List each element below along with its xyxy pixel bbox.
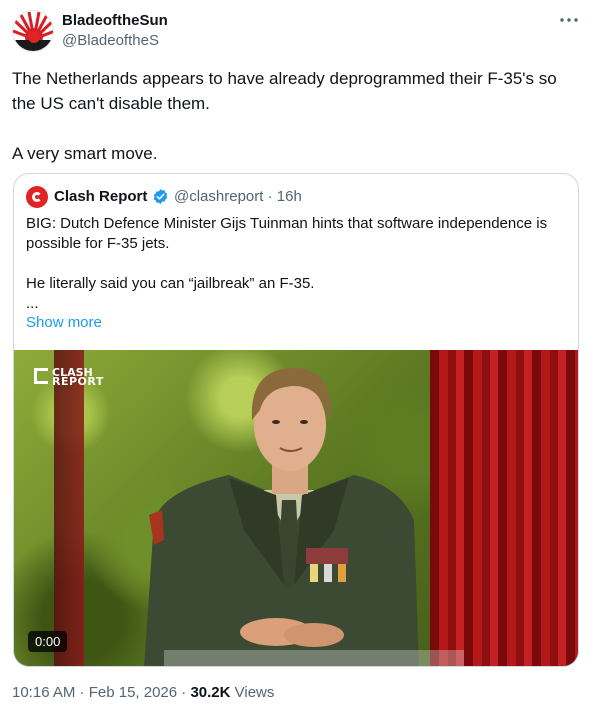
clash-report-avatar[interactable] (26, 186, 48, 208)
clash-report-logo-icon (34, 368, 48, 384)
quoted-post-header: Clash Report @clashreport · 16h (26, 186, 566, 208)
views-label: Views (230, 684, 275, 701)
quoted-post[interactable]: Clash Report @clashreport · 16h BIG: Dut… (13, 173, 579, 667)
watermark-line2: REPORT (52, 375, 104, 388)
more-icon[interactable] (558, 12, 580, 30)
rising-sun-avatar-icon (13, 11, 53, 51)
more-dots-icon (560, 18, 578, 22)
avatar[interactable] (12, 10, 54, 52)
speaker-figure (144, 368, 464, 666)
quoted-handle-time[interactable]: @clashreport · 16h (174, 188, 302, 205)
quoted-text: BIG: Dutch Defence Minister Gijs Tuinman… (26, 215, 548, 312)
tweet-text: The Netherlands appears to have already … (12, 69, 557, 163)
clash-report-watermark: CLASH REPORT (34, 367, 103, 387)
post-meta: 10:16 AM · Feb 15, 2026 · 30.2K Views (12, 684, 274, 701)
views-count[interactable]: 30.2K (190, 684, 230, 701)
verified-badge-icon (153, 189, 168, 204)
video-player[interactable]: CLASH REPORT 0:00 (14, 350, 578, 666)
show-more-link[interactable]: Show more (26, 314, 102, 331)
author-handle[interactable]: @BladeoftheS (62, 32, 159, 49)
post: BladeoftheSun @BladeoftheS The Netherlan… (0, 0, 594, 705)
post-header: BladeoftheSun @BladeoftheS (12, 10, 582, 54)
post-timestamp[interactable]: 10:16 AM · Feb 15, 2026 · (12, 684, 190, 701)
quoted-author-name[interactable]: Clash Report (54, 188, 147, 205)
video-timer: 0:00 (28, 631, 68, 652)
author-name[interactable]: BladeoftheSun (62, 12, 168, 29)
